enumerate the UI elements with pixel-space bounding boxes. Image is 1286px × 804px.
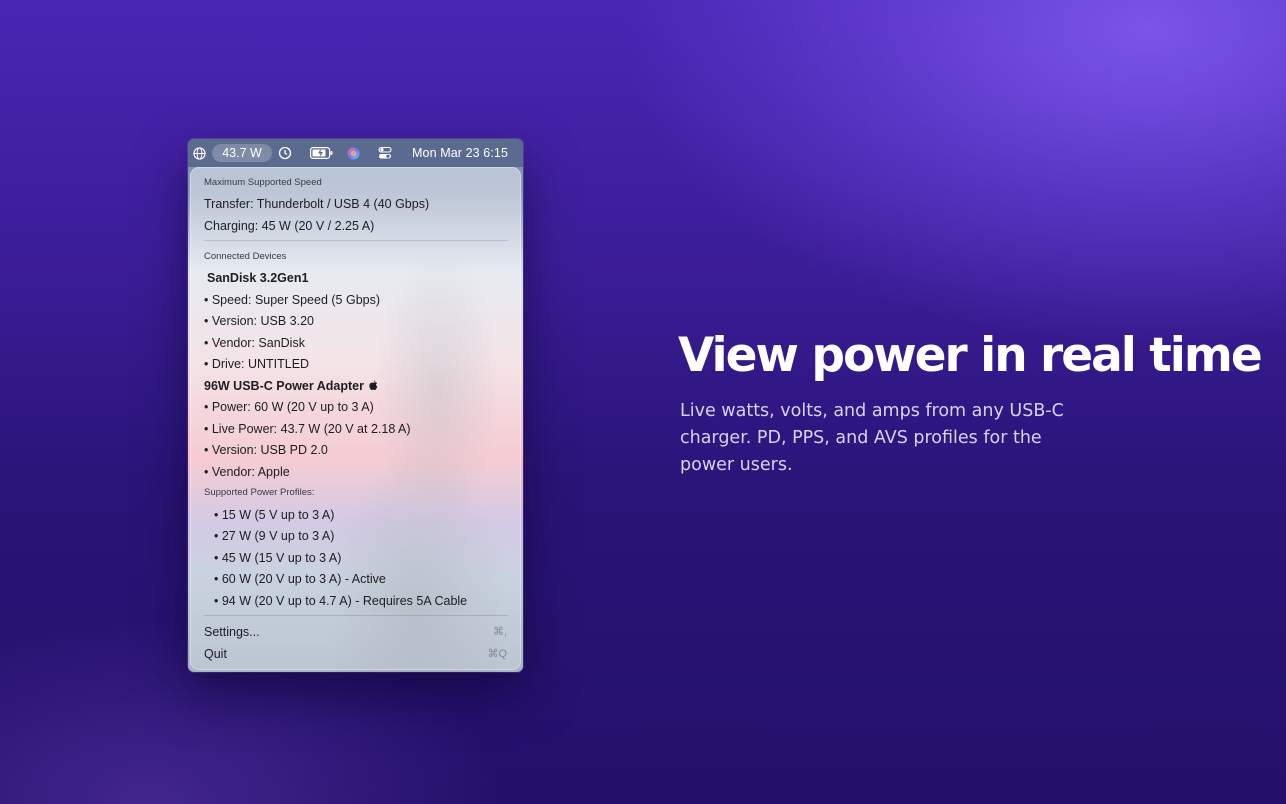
menubar-clock[interactable]: Mon Mar 23 6:15	[412, 139, 508, 167]
quit-menu-item[interactable]: Quit	[204, 646, 227, 662]
usb-menu-panel: Maximum Supported Speed Transfer: Thunde…	[190, 167, 521, 670]
adapter-device-name: 96W USB-C Power Adapter	[204, 379, 364, 393]
quit-shortcut: ⌘Q	[487, 648, 507, 660]
watt-readout-button[interactable]: 43.7 W	[212, 144, 272, 162]
adapter-live-power: • Live Power: 43.7 W (20 V at 2.18 A)	[204, 422, 411, 436]
battery-icon[interactable]	[310, 139, 334, 167]
app-screenshot: 43.7 W Mon Mar 23 6:15 Maximum Supported…	[188, 139, 523, 672]
power-profiles-header: Supported Power Profiles:	[204, 487, 315, 498]
adapter-version: • Version: USB PD 2.0	[204, 443, 328, 457]
globe-icon[interactable]	[193, 139, 207, 167]
subtext: Live watts, volts, and amps from any USB…	[680, 401, 1064, 475]
max-speed-header: Maximum Supported Speed	[204, 177, 322, 188]
transfer-speed: Transfer: Thunderbolt / USB 4 (40 Gbps)	[204, 197, 430, 211]
settings-menu-item[interactable]: Settings...	[204, 624, 260, 640]
power-profile-item: • 27 W (9 V up to 3 A)	[214, 529, 335, 543]
adapter-name-row: 96W USB-C Power Adapter	[204, 378, 378, 395]
control-center-icon[interactable]	[378, 139, 394, 167]
power-profile-item-active: • 60 W (20 V up to 3 A) - Active	[214, 572, 386, 586]
apple-logo-icon	[369, 379, 378, 395]
adapter-vendor: • Vendor: Apple	[204, 465, 290, 479]
history-icon[interactable]	[278, 139, 294, 167]
sandisk-vendor: • Vendor: SanDisk	[204, 336, 305, 350]
power-profile-item: • 45 W (15 V up to 3 A)	[214, 551, 342, 565]
sandisk-speed: • Speed: Super Speed (5 Gbps)	[204, 293, 381, 307]
sandisk-device-name: SanDisk 3.2Gen1	[207, 271, 309, 285]
sandisk-version: • Version: USB 3.20	[204, 314, 314, 328]
power-profile-item: • 94 W (20 V up to 4.7 A) - Requires 5A …	[214, 594, 468, 608]
sandisk-drive: • Drive: UNTITLED	[204, 357, 310, 371]
separator	[204, 615, 508, 616]
adapter-power: • Power: 60 W (20 V up to 3 A)	[204, 400, 374, 414]
headline: View power in real time	[678, 328, 1263, 383]
power-profile-item: • 15 W (5 V up to 3 A)	[214, 508, 335, 522]
siri-icon[interactable]	[347, 139, 361, 167]
connected-devices-header: Connected Devices	[204, 251, 287, 262]
menu-bar: 43.7 W Mon Mar 23 6:15	[188, 139, 523, 167]
charging-speed: Charging: 45 W (20 V / 2.25 A)	[204, 219, 375, 233]
separator	[204, 240, 508, 241]
settings-shortcut: ⌘,	[492, 626, 507, 638]
